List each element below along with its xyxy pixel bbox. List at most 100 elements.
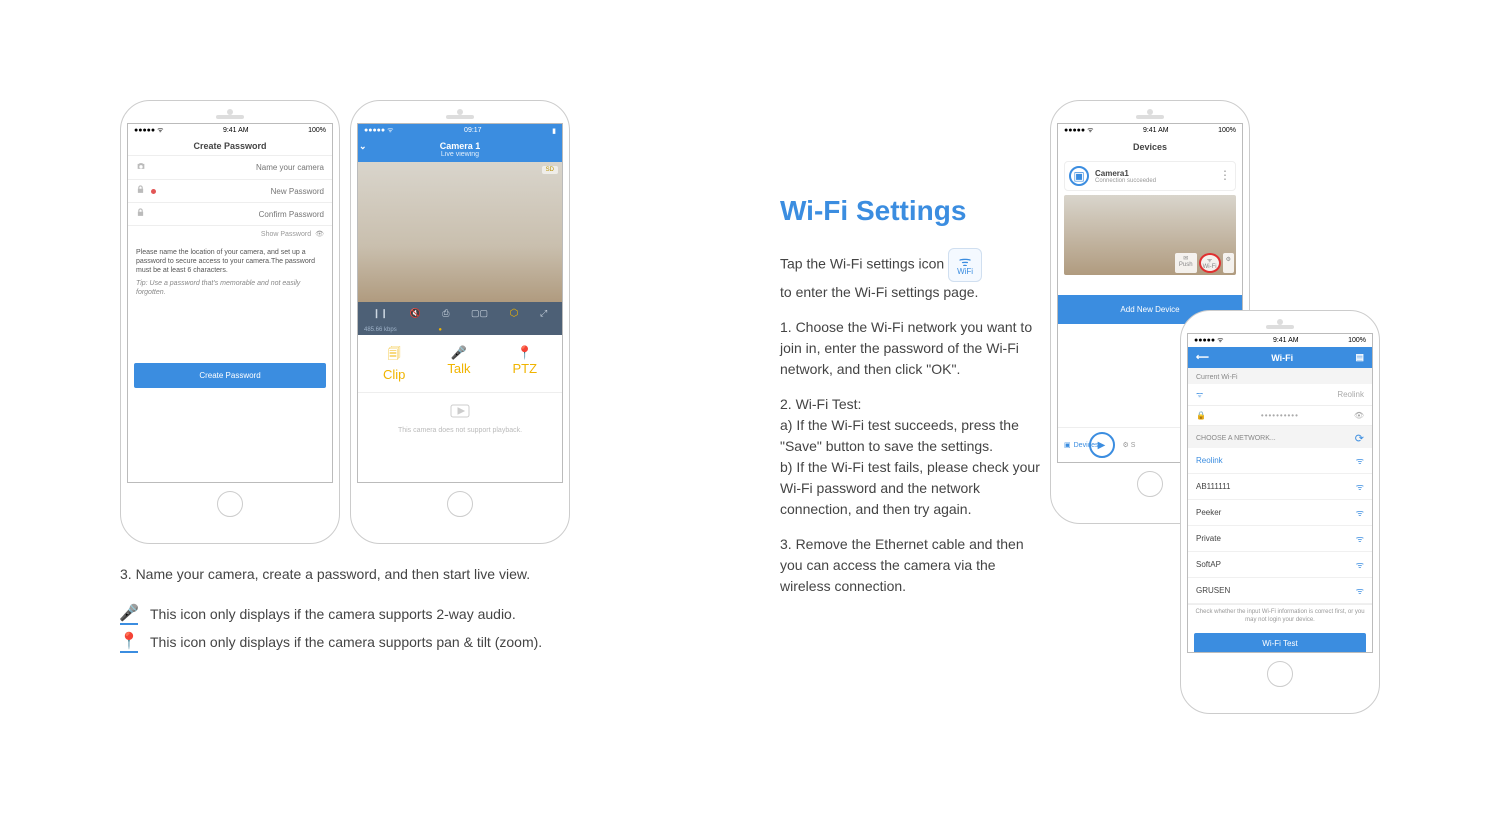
network-row[interactable]: Peekerᯤ xyxy=(1188,500,1372,526)
password-row[interactable]: 🔒 •••••••••• 👁 xyxy=(1188,406,1372,426)
wifi-test-button[interactable]: Wi-Fi Test xyxy=(1194,633,1366,653)
mic-icon: 🎤 xyxy=(120,603,138,625)
note-ptz: 📍 This icon only displays if the camera … xyxy=(120,631,680,653)
create-password-button[interactable]: Create Password xyxy=(134,363,326,388)
intro-line: Tap the Wi-Fi settings icon ᯤ WiFi to en… xyxy=(780,248,1040,303)
snapshot-icon[interactable]: ⎙ xyxy=(442,308,449,319)
screen-create-password: ●●●●● ᯤ 9:41 AM 100% Create Password xyxy=(127,123,333,483)
clock: 9:41 AM xyxy=(223,127,249,134)
home-button[interactable] xyxy=(217,491,243,517)
phone-live-view: ●●●●● ᯤ 09:17 ▮ ⌄ Camera 1 Live viewing … xyxy=(350,100,570,544)
left-column: ●●●●● ᯤ 9:41 AM 100% Create Password xyxy=(120,100,680,720)
current-ssid: Reolink xyxy=(1337,390,1364,399)
device-card[interactable]: ▣ Camera1 Connection succeeded ⋮ xyxy=(1064,161,1236,191)
camera-avatar-icon: ▣ xyxy=(1069,166,1089,186)
status-bar: ●●●●● ᯤ 9:41 AM 100% xyxy=(1058,124,1242,137)
save-icon[interactable]: ▤ xyxy=(1355,352,1364,363)
network-name: Peeker xyxy=(1196,508,1356,517)
clock: 9:41 AM xyxy=(1273,337,1299,344)
refresh-icon[interactable]: ⟳ xyxy=(1355,432,1364,445)
ptz-button[interactable]: 📍PTZ xyxy=(512,345,537,382)
network-row[interactable]: GRUSENᯤ xyxy=(1188,578,1372,604)
home-button[interactable] xyxy=(1267,661,1293,687)
network-name: GRUSEN xyxy=(1196,586,1356,595)
screen-wifi-settings: ●●●●● ᯤ 9:41 AM 100% ⟵ Wi-Fi ▤ Current W… xyxy=(1187,333,1373,653)
push-pill[interactable]: ✉Push xyxy=(1175,253,1197,273)
network-row[interactable]: SoftAPᯤ xyxy=(1188,552,1372,578)
network-name: Reolink xyxy=(1196,456,1356,465)
device-thumbnail[interactable]: ✉Push ᯤWi-Fi ⚙ xyxy=(1064,195,1236,275)
battery: 100% xyxy=(1218,127,1236,134)
wifi-signal-icon: ᯤ xyxy=(1356,480,1364,493)
network-row[interactable]: Privateᯤ xyxy=(1188,526,1372,552)
talk-button[interactable]: 🎤Talk xyxy=(447,345,470,382)
footnote: Check whether the input Wi-Fi informatio… xyxy=(1188,604,1372,629)
signal-icon: ●●●●● ᯤ xyxy=(134,126,163,135)
choose-network-label: CHOOSE A NETWORK... ⟳ xyxy=(1188,426,1372,448)
wifi-chip-icon: ᯤ WiFi xyxy=(948,248,982,282)
signal-icon: ●●●●● ᯤ xyxy=(1194,336,1223,345)
phone-wifi-settings: ●●●●● ᯤ 9:41 AM 100% ⟵ Wi-Fi ▤ Current W… xyxy=(1180,310,1380,714)
battery-icon: ▮ xyxy=(552,127,556,135)
camera-name-input[interactable] xyxy=(152,163,324,172)
mic-icon: 🎤 xyxy=(447,345,470,361)
instructions: Please name the location of your camera,… xyxy=(128,242,332,303)
wifi-arcs-icon: ᯤ xyxy=(959,254,972,268)
device-name: Camera1 xyxy=(1095,169,1156,178)
status-bar: ●●●●● ᯤ 09:17 ▮ xyxy=(358,124,562,137)
network-name: AB111111 xyxy=(1196,482,1356,491)
home-button[interactable] xyxy=(447,491,473,517)
device-status: Connection succeeded xyxy=(1095,178,1156,184)
clock: 09:17 xyxy=(464,127,482,134)
network-row[interactable]: Reolinkᯤ xyxy=(1188,448,1372,474)
wifi-pill[interactable]: ᯤWi-Fi xyxy=(1199,253,1221,273)
titlebar: Devices xyxy=(1058,137,1242,157)
confirm-password-input[interactable] xyxy=(151,210,324,219)
nav-play-icon[interactable]: ▶ xyxy=(1089,432,1115,458)
pause-icon[interactable]: ❙❙ xyxy=(373,308,388,319)
network-name: SoftAP xyxy=(1196,560,1356,569)
camera-icon xyxy=(136,161,146,174)
titlebar: Create Password xyxy=(128,137,332,156)
live-video[interactable]: SD xyxy=(358,162,562,302)
titlebar: ⟵ Wi-Fi ▤ xyxy=(1188,347,1372,368)
new-password-input[interactable] xyxy=(162,187,324,196)
settings-pill[interactable]: ⚙ xyxy=(1223,253,1234,273)
lock-icon xyxy=(136,208,145,220)
back-icon[interactable]: ⟵ xyxy=(1196,352,1209,363)
pill-row: ✉Push ᯤWi-Fi ⚙ xyxy=(1175,253,1234,273)
signal-icon: ●●●●● ᯤ xyxy=(364,126,393,135)
required-dot xyxy=(151,189,156,194)
wifi-signal-icon: ᯤ xyxy=(1356,506,1364,519)
fullscreen-icon[interactable]: ⤢ xyxy=(540,308,547,319)
quality-icon[interactable]: ⬡ xyxy=(510,308,519,319)
clip-button[interactable]: 🗐Clip xyxy=(383,345,405,382)
network-row[interactable]: AB111111ᯤ xyxy=(1188,474,1372,500)
confirm-password-field[interactable] xyxy=(128,203,332,226)
bitrate: 485.66 kbps ● xyxy=(358,325,562,335)
status-bar: ●●●●● ᯤ 9:41 AM 100% xyxy=(128,124,332,137)
multiview-icon[interactable]: ▢▢ xyxy=(471,308,488,319)
nav-settings[interactable]: ⚙ S xyxy=(1123,441,1136,449)
title: Wi-Fi xyxy=(1271,353,1293,363)
wifi-body-text: Wi-Fi Settings Tap the Wi-Fi settings ic… xyxy=(780,190,1040,597)
password-masked: •••••••••• xyxy=(1212,411,1348,420)
show-password-row[interactable]: Show Password 👁 xyxy=(128,226,332,242)
playback-icon xyxy=(448,399,472,423)
feature-row: 🗐Clip 🎤Talk 📍PTZ xyxy=(358,335,562,392)
step2: 2. Wi-Fi Test: a) If the Wi-Fi test succ… xyxy=(780,394,1040,520)
screen-live-view: ●●●●● ᯤ 09:17 ▮ ⌄ Camera 1 Live viewing … xyxy=(357,123,563,483)
lock-icon xyxy=(136,185,145,197)
new-password-field[interactable] xyxy=(128,180,332,203)
camera-name-field[interactable] xyxy=(128,156,332,180)
eye-icon[interactable]: 👁 xyxy=(1354,411,1364,420)
more-icon[interactable]: ⋮ xyxy=(1219,172,1231,179)
playback-empty: This camera does not support playback. xyxy=(358,392,562,440)
home-button[interactable] xyxy=(1137,471,1163,497)
tip-text: Tip: Use a password that's memorable and… xyxy=(136,279,324,297)
lock-icon: 🔒 xyxy=(1196,411,1206,420)
step-3-text: 3. Name your camera, create a password, … xyxy=(120,564,680,585)
current-wifi-label: Current Wi-Fi xyxy=(1188,368,1372,384)
live-control-bar: ❙❙ 🔇 ⎙ ▢▢ ⬡ ⤢ xyxy=(358,302,562,325)
mute-icon[interactable]: 🔇 xyxy=(409,308,420,319)
